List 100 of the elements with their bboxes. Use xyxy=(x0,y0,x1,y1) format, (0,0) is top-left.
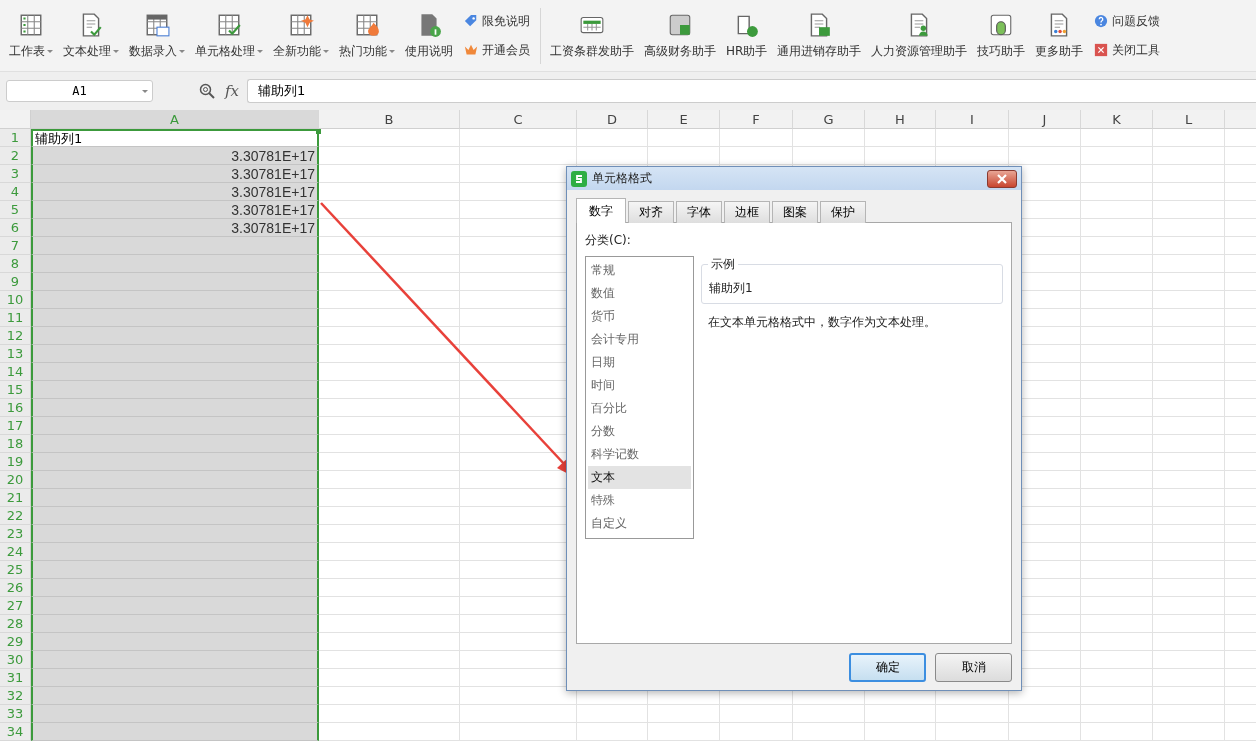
list-item[interactable]: 百分比 xyxy=(588,397,691,420)
caret-icon xyxy=(257,49,263,53)
table-cell xyxy=(648,705,720,723)
list-item[interactable]: 文本 xyxy=(588,466,691,489)
list-item[interactable]: 分数 xyxy=(588,420,691,443)
list-item[interactable]: 常规 xyxy=(588,259,691,282)
toolbar-button[interactable]: 技巧助手 xyxy=(972,7,1031,64)
table-cell xyxy=(1081,345,1153,363)
help-icon xyxy=(1094,14,1109,28)
table-cell xyxy=(1081,417,1153,435)
table-cell xyxy=(1153,471,1225,489)
toolbar-button[interactable]: 工作表 xyxy=(4,7,58,64)
zoom-icon[interactable] xyxy=(199,83,215,99)
list-item[interactable]: 自定义 xyxy=(588,512,691,535)
toolbar-button[interactable]: 热门功能 xyxy=(334,7,400,64)
toolbar-link[interactable]: 问题反馈 xyxy=(1094,12,1161,30)
table-cell xyxy=(648,147,720,165)
table-cell xyxy=(865,147,936,165)
toolbar-button[interactable]: 单元格处理 xyxy=(190,7,268,64)
table-cell xyxy=(1153,237,1225,255)
column-header[interactable]: H xyxy=(865,110,936,129)
toolbar-button[interactable]: 更多助手 xyxy=(1030,7,1089,64)
table-cell: 辅助列1 xyxy=(31,129,319,147)
table-cell xyxy=(1153,615,1225,633)
toolbar-link[interactable]: 关闭工具 xyxy=(1094,41,1161,59)
table-cell xyxy=(1081,651,1153,669)
column-header[interactable]: I xyxy=(936,110,1009,129)
table-cell xyxy=(1153,399,1225,417)
tab[interactable]: 数字 xyxy=(576,198,626,223)
column-header[interactable]: G xyxy=(793,110,865,129)
category-label: 分类(C): xyxy=(585,232,631,249)
list-item[interactable]: 特殊 xyxy=(588,489,691,512)
toolbar-button[interactable]: HR助手 xyxy=(721,7,773,64)
column-header[interactable]: C xyxy=(460,110,577,129)
list-item[interactable]: 时间 xyxy=(588,374,691,397)
table-cell xyxy=(1081,723,1153,741)
table-cell xyxy=(1153,561,1225,579)
table-cell: 3.30781E+17 xyxy=(31,183,319,201)
column-header[interactable] xyxy=(1225,110,1256,129)
list-item[interactable]: 数值 xyxy=(588,282,691,305)
toolbar-button[interactable]: 使用说明 xyxy=(400,7,458,64)
fill-handle[interactable] xyxy=(316,129,321,134)
list-item[interactable]: 货币 xyxy=(588,305,691,328)
table-cell: 3.30781E+17 xyxy=(31,147,319,165)
table-cell xyxy=(1009,129,1081,147)
table-cell xyxy=(865,723,936,741)
table-cell xyxy=(1081,147,1153,165)
select-all-corner[interactable] xyxy=(0,110,31,129)
toolbar-button[interactable]: 工资条群发助手 xyxy=(545,7,639,64)
toolbar-button[interactable]: 人力资源管理助手 xyxy=(866,7,973,64)
list-item[interactable]: 科学记数 xyxy=(588,443,691,466)
list-item[interactable]: 会计专用 xyxy=(588,328,691,351)
table-cell xyxy=(1081,309,1153,327)
caret-icon xyxy=(142,90,148,93)
tab[interactable]: 边框 xyxy=(724,201,770,223)
function-label[interactable]: fx xyxy=(225,82,239,100)
table-cell xyxy=(1081,255,1153,273)
table-cell xyxy=(1081,201,1153,219)
table-cell xyxy=(1153,417,1225,435)
toolbar-link[interactable]: 限免说明 xyxy=(464,12,530,30)
table-cell xyxy=(1081,363,1153,381)
list-item[interactable]: 日期 xyxy=(588,351,691,374)
dialog-button[interactable]: 取消 xyxy=(935,653,1012,682)
tag-icon xyxy=(464,14,478,28)
table-cell: 3.30781E+17 xyxy=(31,165,319,183)
table-cell xyxy=(1081,183,1153,201)
table-cell xyxy=(1081,597,1153,615)
tab[interactable]: 保护 xyxy=(820,201,866,223)
table-cell xyxy=(1081,669,1153,687)
table-cell xyxy=(865,129,936,147)
column-header[interactable]: B xyxy=(319,110,460,129)
close-button[interactable] xyxy=(987,169,1017,188)
table-cell xyxy=(1153,327,1225,345)
column-header[interactable]: E xyxy=(648,110,720,129)
table-cell xyxy=(1153,201,1225,219)
crown-icon xyxy=(464,43,478,57)
column-header[interactable]: F xyxy=(720,110,793,129)
table-cell xyxy=(1009,147,1081,165)
table-cell xyxy=(1081,579,1153,597)
toolbar-button[interactable]: 全新功能 xyxy=(268,7,334,64)
column-header[interactable]: L xyxy=(1153,110,1225,129)
toolbar-button[interactable]: 通用进销存助手 xyxy=(772,7,867,64)
toolbar-link[interactable]: 开通会员 xyxy=(464,41,530,59)
tab[interactable]: 图案 xyxy=(772,201,818,223)
toolbar-button[interactable]: 高级财务助手 xyxy=(639,7,721,64)
table-cell xyxy=(1153,597,1225,615)
table-cell xyxy=(1081,471,1153,489)
table-cell xyxy=(1153,309,1225,327)
column-header[interactable]: J xyxy=(1009,110,1081,129)
formula-field[interactable]: 辅助列1 xyxy=(247,79,1256,103)
dialog-button[interactable]: 确定 xyxy=(849,653,926,682)
column-header[interactable]: D xyxy=(577,110,648,129)
column-header[interactable]: K xyxy=(1081,110,1153,129)
tab[interactable]: 对齐 xyxy=(628,201,674,223)
toolbar-button[interactable]: 文本处理 xyxy=(58,7,124,64)
table-cell xyxy=(793,147,865,165)
name-box[interactable]: A1 xyxy=(6,80,153,102)
toolbar-button[interactable]: 数据录入 xyxy=(124,7,190,64)
table-cell xyxy=(1153,651,1225,669)
tab[interactable]: 字体 xyxy=(676,201,722,223)
